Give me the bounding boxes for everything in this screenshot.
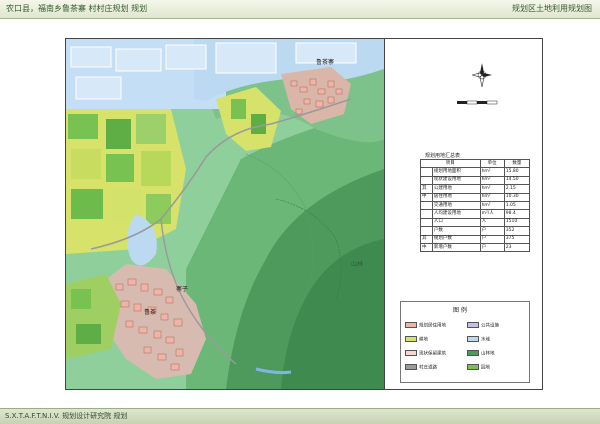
legend-item: 现状保留建筑 — [405, 350, 446, 357]
legend-swatch — [405, 322, 417, 328]
row-value: 1510 — [503, 217, 531, 228]
land-use-stats-table: 项目 单位 数量 规划用地面积 hm² 15.80 现状建设用地 hm² 14.50 其… — [420, 158, 531, 253]
village-label-ne: 鲁茶寨 — [316, 59, 335, 66]
row-group: 中 — [420, 242, 433, 253]
row-item: 公建用地 — [431, 184, 481, 194]
row-unit: 户 — [479, 234, 505, 244]
table-row: 人口人 1510 — [420, 217, 531, 228]
legend-item: 村庄道路 — [405, 364, 437, 371]
legend-swatch — [467, 322, 479, 328]
row-value: 10.30 — [503, 192, 531, 202]
row-value: 15.80 — [503, 167, 531, 177]
legend-item: 山林地 — [467, 350, 495, 357]
row-unit: hm² — [479, 167, 505, 177]
row-item: 户数 — [431, 226, 481, 236]
table-row: 其公建用地 hm² 2.15 — [420, 184, 531, 194]
row-item: 规划户数 — [431, 234, 481, 244]
row-group — [420, 167, 433, 177]
row-group — [420, 217, 433, 228]
legend-item: 园地 — [467, 364, 490, 371]
map-area[interactable]: 鲁茶寨 鲁茶 寨子 山林 — [66, 39, 384, 389]
legend-item: 水域 — [467, 336, 490, 343]
row-unit: 户 — [479, 242, 505, 253]
legend: 图 例 规划居住用地 公共设施 耕地 水域 现状保留建筑 山林地 村庄道路 园地 — [400, 301, 530, 383]
legend-label: 山林地 — [481, 351, 495, 357]
village-label-sw: 鲁茶 — [144, 309, 157, 316]
header-bar: 农口县，福南乡鲁茶寨 村村庄规划 规划 规划区土地利用规划图 — [0, 0, 600, 19]
stats-col-unit: 单位 — [479, 158, 505, 169]
legend-swatch — [467, 350, 479, 356]
row-unit: 人 — [479, 217, 505, 228]
row-group — [420, 175, 433, 186]
table-row: 规划用地面积 hm² 15.80 — [420, 167, 531, 177]
row-value: 2.15 — [503, 184, 531, 194]
legend-label: 耕地 — [419, 337, 428, 343]
row-value: 98.4 — [503, 209, 531, 219]
legend-swatch — [405, 364, 417, 370]
table-row: 户数户 352 — [420, 226, 531, 236]
legend-item: 规划居住用地 — [405, 322, 446, 329]
row-group: 其 — [420, 184, 433, 194]
row-item: 现状建设用地 — [431, 175, 481, 186]
row-unit: hm² — [479, 200, 505, 211]
row-unit: hm² — [479, 175, 505, 186]
row-unit: hm² — [479, 184, 505, 194]
table-row: 人均建设用地 m²/人 98.4 — [420, 209, 531, 219]
row-group — [420, 200, 433, 211]
row-value: 1.05 — [503, 200, 531, 211]
row-unit: 户 — [479, 226, 505, 236]
row-value: 23 — [503, 242, 531, 253]
footer-bar: S.X.T.A.F.T.N.I.V. 规划设计研究院 规划 — [0, 408, 600, 424]
table-row: 其规划户数户 375 — [420, 234, 531, 244]
table-row: 中居住用地 hm² 10.30 — [420, 192, 531, 202]
legend-swatch — [405, 336, 417, 342]
row-item: 交通用地 — [431, 200, 481, 211]
table-row: 现状建设用地 hm² 14.50 — [420, 175, 531, 186]
legend-label: 村庄道路 — [419, 365, 437, 371]
legend-label: 园地 — [481, 365, 490, 371]
legend-label: 规划居住用地 — [419, 323, 446, 329]
stats-table-title: 规划用地汇总表 — [425, 153, 461, 159]
table-row: 中新增户数户 23 — [420, 242, 531, 253]
row-value: 14.50 — [503, 175, 531, 186]
legend-item: 公共设施 — [467, 322, 499, 329]
stats-col-value: 数量 — [503, 158, 531, 169]
stats-col-item: 项目 — [420, 158, 481, 169]
row-group: 其 — [420, 234, 433, 244]
stats-header-row: 项目 单位 数量 — [420, 158, 531, 169]
legend-label: 公共设施 — [481, 323, 499, 329]
row-item: 规划用地面积 — [431, 167, 481, 177]
land-use-map — [66, 39, 384, 389]
legend-swatch — [405, 350, 417, 356]
sheet-title: 规划区土地利用规划图 — [512, 4, 592, 13]
village-label-s: 寨子 — [176, 286, 189, 293]
row-value: 352 — [503, 226, 531, 236]
row-group — [420, 226, 433, 236]
row-group — [420, 209, 433, 219]
footer-text: S.X.T.A.F.T.N.I.V. 规划设计研究院 规划 — [5, 412, 128, 420]
legend-label: 现状保留建筑 — [419, 351, 446, 357]
map-frame: 鲁茶寨 鲁茶 寨子 山林 规划用地汇总表 项目 单位 数量 规划用地面积 hm² 1… — [65, 38, 543, 390]
row-unit: m²/人 — [479, 209, 505, 219]
row-value: 375 — [503, 234, 531, 244]
mountain-label: 山林 — [351, 261, 364, 268]
legend-item: 耕地 — [405, 336, 428, 343]
legend-label: 水域 — [481, 337, 490, 343]
row-group: 中 — [420, 192, 433, 202]
row-item: 人口 — [431, 217, 481, 228]
info-panel: 规划用地汇总表 项目 单位 数量 规划用地面积 hm² 15.80 现状建设用地 hm… — [384, 39, 542, 389]
row-unit: hm² — [479, 192, 505, 202]
row-item: 人均建设用地 — [431, 209, 481, 219]
row-item: 新增户数 — [431, 242, 481, 253]
plan-title: 农口县，福南乡鲁茶寨 村村庄规划 规划 — [6, 4, 148, 13]
row-item: 居住用地 — [431, 192, 481, 202]
legend-swatch — [467, 364, 479, 370]
legend-title: 图 例 — [453, 307, 467, 314]
north-arrow-icon — [471, 63, 492, 88]
scale-bar-icon — [457, 100, 498, 105]
table-row: 交通用地 hm² 1.05 — [420, 200, 531, 211]
legend-swatch — [467, 336, 479, 342]
